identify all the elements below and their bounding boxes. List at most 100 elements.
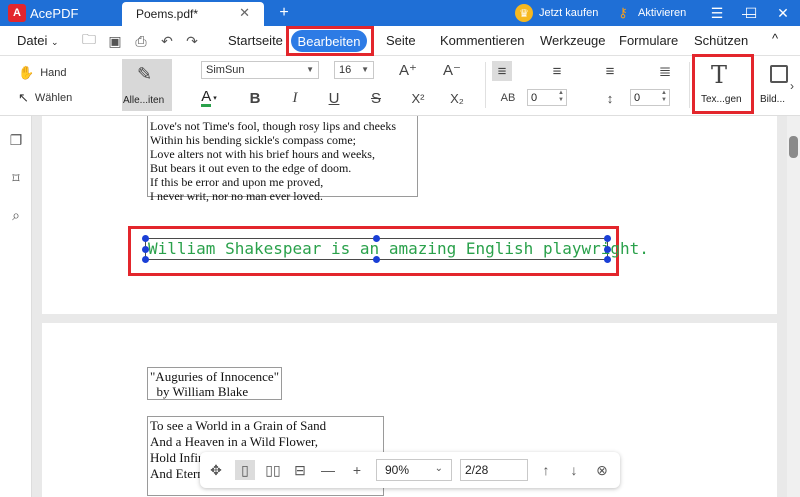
scrollbar-thumb[interactable] [789, 136, 798, 158]
subscript-button[interactable]: X₂ [447, 88, 467, 108]
poem1-line: Love alters not with his brief hours and… [150, 147, 375, 161]
increase-font-icon[interactable]: A⁺ [398, 60, 418, 80]
align-center-icon[interactable]: ≡ [547, 61, 567, 81]
highlight-bearbeiten [286, 26, 374, 56]
arrow-up-icon[interactable]: ↑ [536, 460, 556, 480]
resize-handle[interactable] [373, 235, 380, 242]
zoom-value: 90% [385, 463, 410, 477]
zoom-select[interactable]: 90% ⌄ [376, 459, 452, 481]
close-button[interactable]: ✕ [766, 0, 800, 26]
tab-seite[interactable]: Seite [386, 33, 416, 48]
add-image-label: Bild... [760, 94, 786, 105]
decrease-font-icon[interactable]: A⁻ [442, 60, 462, 80]
resize-handle[interactable] [142, 246, 149, 253]
menu-icon[interactable]: ☰ [700, 0, 734, 26]
ribbon-divider [485, 62, 486, 108]
buy-now-label: Jetzt kaufen [539, 7, 599, 19]
resize-handle[interactable] [142, 235, 149, 242]
spinner-icon[interactable]: ▲ ▼ [558, 90, 564, 104]
document-viewer[interactable]: Love's not Time's fool, though rosy lips… [32, 116, 787, 497]
font-color-button[interactable]: A ▾ [199, 88, 219, 108]
poem2-author: by William Blake [150, 384, 249, 399]
search-icon[interactable]: ⌕ [8, 207, 24, 223]
edit-all-button[interactable]: ✎ Alle...iten [122, 59, 172, 111]
tab-poems-pdf[interactable]: Poems.pdf* ✕ [122, 2, 264, 26]
font-family-select[interactable]: SimSun ▼ [201, 61, 319, 79]
resize-handle[interactable] [604, 235, 611, 242]
hand-icon: ✋ [18, 65, 35, 80]
chevron-down-icon: ▾ [213, 95, 217, 102]
select-tool[interactable]: ↖ Wählen [18, 90, 72, 106]
ribbon: ✋ Hand ↖ Wählen ✎ Alle...iten SimSun ▼ 16… [0, 56, 800, 116]
redo-icon[interactable]: ↷ [183, 32, 201, 50]
tab-schuetzen[interactable]: Schützen [694, 33, 748, 48]
char-spacing-value: 0 [531, 91, 538, 104]
tab-startseite[interactable]: Startseite [228, 33, 283, 48]
poem1-line: Within his bending sickle's compass come… [150, 133, 356, 147]
poem1-textblock[interactable]: Love's not Time's fool, though rosy lips… [147, 116, 418, 203]
char-spacing-input[interactable]: 0 ▲ ▼ [527, 89, 567, 106]
align-right-icon[interactable]: ≡ [600, 61, 620, 81]
new-tab-button[interactable]: + [274, 2, 294, 24]
save-icon[interactable]: ▣ [106, 32, 124, 50]
edited-text[interactable]: William Shakespear is an amazing English… [148, 239, 649, 258]
tab-kommentieren[interactable]: Kommentieren [440, 33, 525, 48]
key-icon: ⚷ [618, 5, 628, 20]
font-size-value: 16 [339, 64, 352, 76]
line-spacing-input[interactable]: 0 ▲ ▼ [630, 89, 670, 106]
align-justify-icon[interactable]: ≣ [655, 61, 675, 81]
resize-handle[interactable] [142, 256, 149, 263]
file-menu[interactable]: Datei ⌄ [17, 33, 59, 48]
app-title: A AcePDF [0, 0, 120, 26]
menu-bar: Datei ⌄ 🗀 ▣ ⎙ ↶ ↷ Startseite Bearbeiten … [0, 26, 800, 56]
resize-handle[interactable] [373, 256, 380, 263]
highlight-add-text [692, 54, 754, 114]
tab-werkzeuge[interactable]: Werkzeuge [540, 33, 606, 48]
print-icon[interactable]: ⎙ [132, 32, 150, 50]
pan-icon[interactable]: ✥ [206, 460, 226, 480]
superscript-button[interactable]: X² [408, 88, 428, 108]
underline-button[interactable]: U [324, 88, 344, 108]
tab-close-icon[interactable]: ✕ [239, 5, 250, 21]
font-size-select[interactable]: 16 ▼ [334, 61, 374, 79]
chevron-down-icon: ⌄ [50, 37, 59, 47]
bold-button[interactable]: B [245, 88, 265, 108]
arrow-down-icon[interactable]: ↓ [564, 460, 584, 480]
poem1-line: Love's not Time's fool, though rosy lips… [150, 119, 396, 133]
buy-now-button[interactable]: ♛ Jetzt kaufen [515, 4, 598, 22]
poem1-line: But bears it out even to the edge of doo… [150, 161, 352, 175]
poem2-title: "Auguries of Innocence" [150, 369, 280, 384]
char-spacing-icon: AB [500, 92, 516, 104]
hand-tool[interactable]: ✋ Hand [18, 65, 66, 81]
activate-button[interactable]: ⚷ Aktivieren [614, 4, 686, 22]
poem2-title-block[interactable]: "Auguries of Innocence" by William Blake [147, 367, 282, 400]
resize-handle[interactable] [604, 256, 611, 263]
collapse-ribbon-icon[interactable]: ^ [772, 31, 778, 46]
bookmark-icon[interactable]: ⌑ [8, 170, 24, 186]
close-toolbar-icon[interactable]: ⊗ [592, 460, 612, 480]
pdf-page-1: Love's not Time's fool, though rosy lips… [42, 116, 777, 314]
select-label: Wählen [34, 92, 73, 104]
caret-down-icon: ▼ [361, 65, 369, 74]
tab-formulare[interactable]: Formulare [619, 33, 678, 48]
line-spacing-icon: ↕ [606, 90, 614, 106]
fit-page-icon[interactable]: ⊟ [290, 460, 310, 480]
spinner-icon[interactable]: ▲ ▼ [661, 90, 667, 104]
pages-icon[interactable]: ❐ [8, 132, 24, 148]
open-folder-icon[interactable]: 🗀 [80, 31, 98, 50]
strikethrough-button[interactable]: S [366, 88, 386, 108]
page-number-input[interactable]: 2/28 [460, 459, 528, 481]
vertical-scrollbar[interactable] [787, 116, 800, 497]
single-page-icon[interactable]: ▯ [235, 460, 255, 480]
zoom-out-icon[interactable]: — [318, 460, 338, 480]
poem2-line: To see a World in a Grain of Sand [150, 418, 327, 433]
italic-button[interactable]: I [285, 88, 305, 108]
ribbon-scroll-right-icon[interactable]: › [786, 76, 798, 96]
align-left-icon[interactable]: ≡ [492, 61, 512, 81]
edit-all-icon: ✎ [137, 64, 153, 84]
two-page-icon[interactable]: ▯▯ [263, 460, 283, 480]
undo-icon[interactable]: ↶ [158, 32, 176, 50]
zoom-in-icon[interactable]: + [347, 460, 367, 480]
maximize-button[interactable]: ☐ [734, 0, 768, 26]
resize-handle[interactable] [604, 246, 611, 253]
